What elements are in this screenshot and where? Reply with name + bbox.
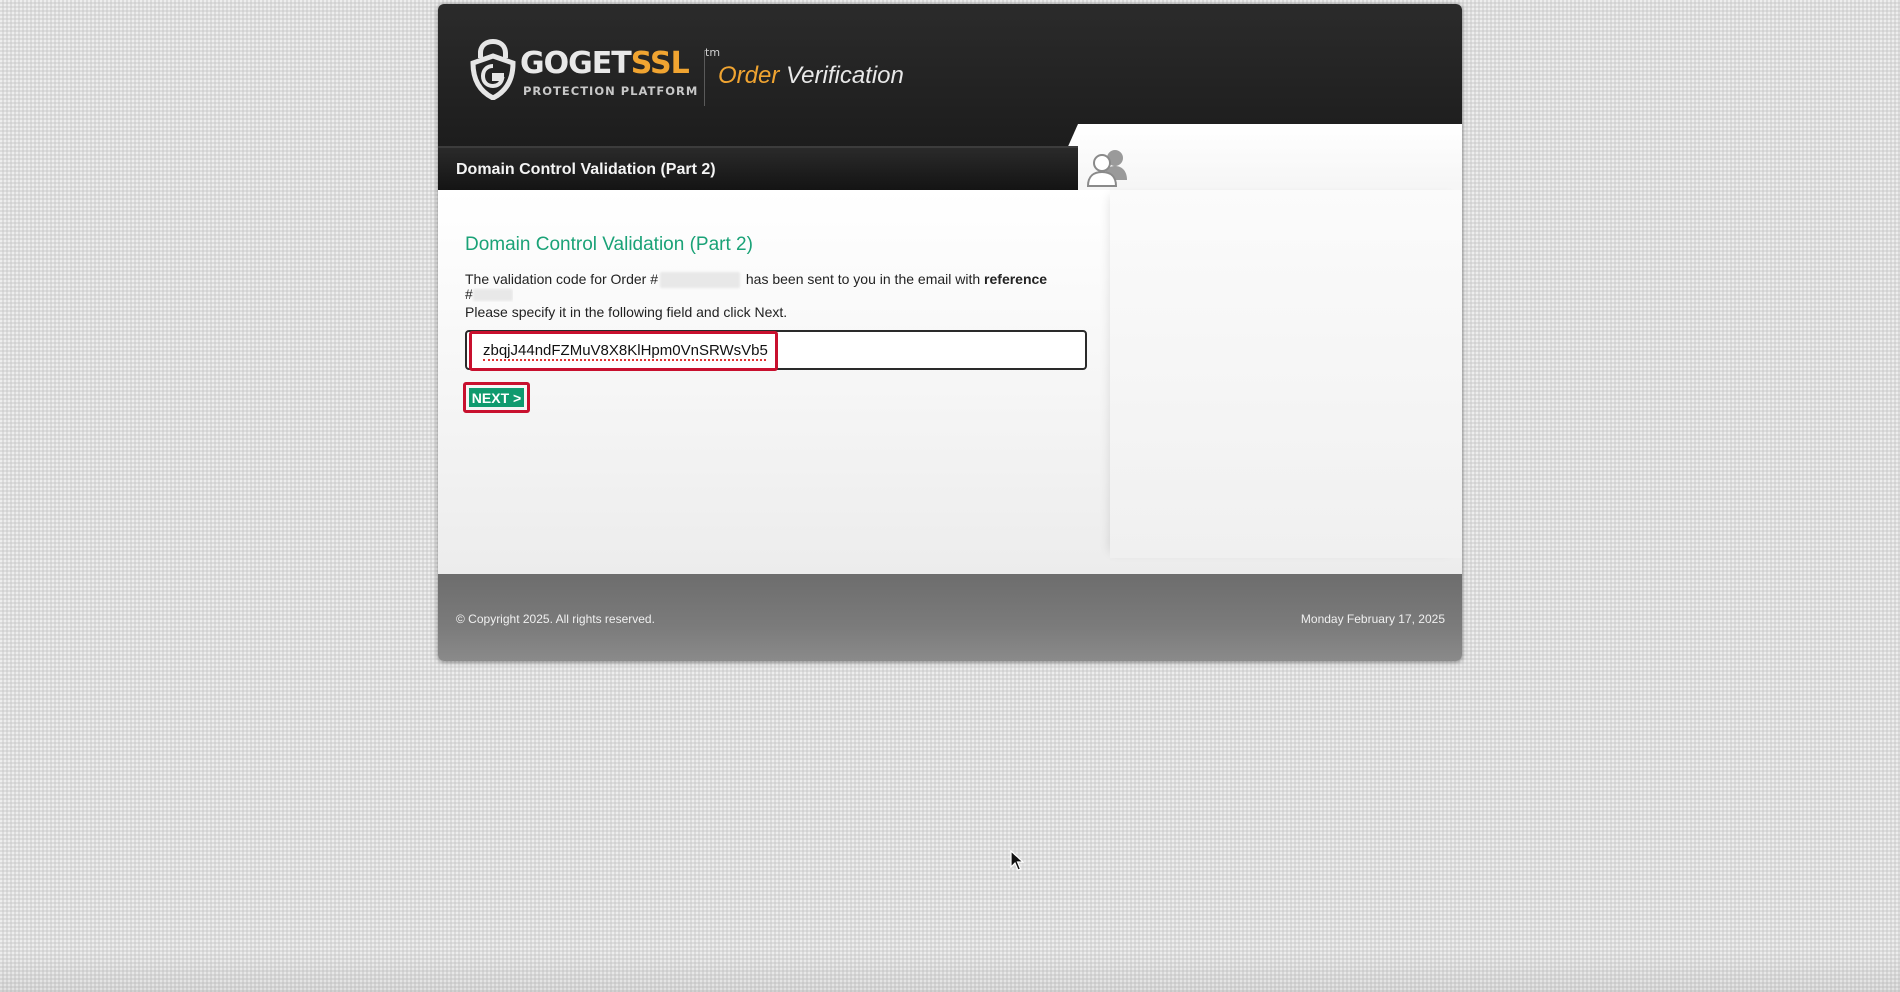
- page-title-verification: Verification: [786, 62, 904, 89]
- instruction-text-after-order: has been sent to you in the email with: [742, 271, 985, 287]
- section-bar-title: Domain Control Validation (Part 2): [456, 161, 716, 178]
- instruction-line-2: #: [465, 288, 513, 302]
- order-number-redacted: [660, 272, 740, 289]
- logo-trademark: tm: [705, 46, 721, 59]
- footer: © Copyright 2025. All rights reserved. M…: [438, 574, 1462, 661]
- validation-code-field: [465, 330, 1087, 371]
- reference-prefix: #: [465, 288, 473, 302]
- instruction-text-before-order: The validation code for Order #: [465, 271, 658, 287]
- page-title: Order Verification: [718, 62, 904, 90]
- right-panel: [1110, 190, 1462, 558]
- gogetssl-logo[interactable]: GOGETSSL tm PROTECTION PLATFORM: [468, 34, 720, 106]
- header-divider: [704, 50, 705, 106]
- shield-logo-icon: [470, 39, 516, 100]
- instruction-text-reference: reference: [984, 271, 1048, 287]
- section-bar: Domain Control Validation (Part 2): [438, 146, 1078, 190]
- main-heading: Domain Control Validation (Part 2): [465, 234, 753, 255]
- validation-code-input[interactable]: [467, 332, 1085, 368]
- page-background-shade: [0, 952, 1900, 992]
- footer-copyright: © Copyright 2025. All rights reserved.: [456, 612, 655, 626]
- footer-date: Monday February 17, 2025: [1300, 612, 1445, 626]
- logo-wordmark: GOGETSSL: [520, 46, 690, 81]
- next-button[interactable]: NEXT >: [469, 388, 524, 407]
- logo-word-goget: GOGET: [520, 46, 632, 81]
- mouse-cursor-icon: [1010, 850, 1024, 871]
- users-icon: [1086, 150, 1127, 187]
- reference-number-redacted: [472, 289, 513, 302]
- verification-window: GOGETSSL tm PROTECTION PLATFORM Order Ve…: [438, 4, 1462, 661]
- logo-tagline: PROTECTION PLATFORM: [523, 84, 699, 98]
- next-button-highlight: NEXT >: [463, 382, 530, 413]
- content-area: Domain Control Validation (Part 2) The v…: [438, 190, 1462, 578]
- page-title-order: Order: [718, 62, 780, 89]
- instruction-line-1: The validation code for Order # has been…: [465, 271, 1048, 289]
- instruction-line-3: Please specify it in the following field…: [465, 304, 788, 320]
- logo-word-ssl: SSL: [630, 46, 690, 81]
